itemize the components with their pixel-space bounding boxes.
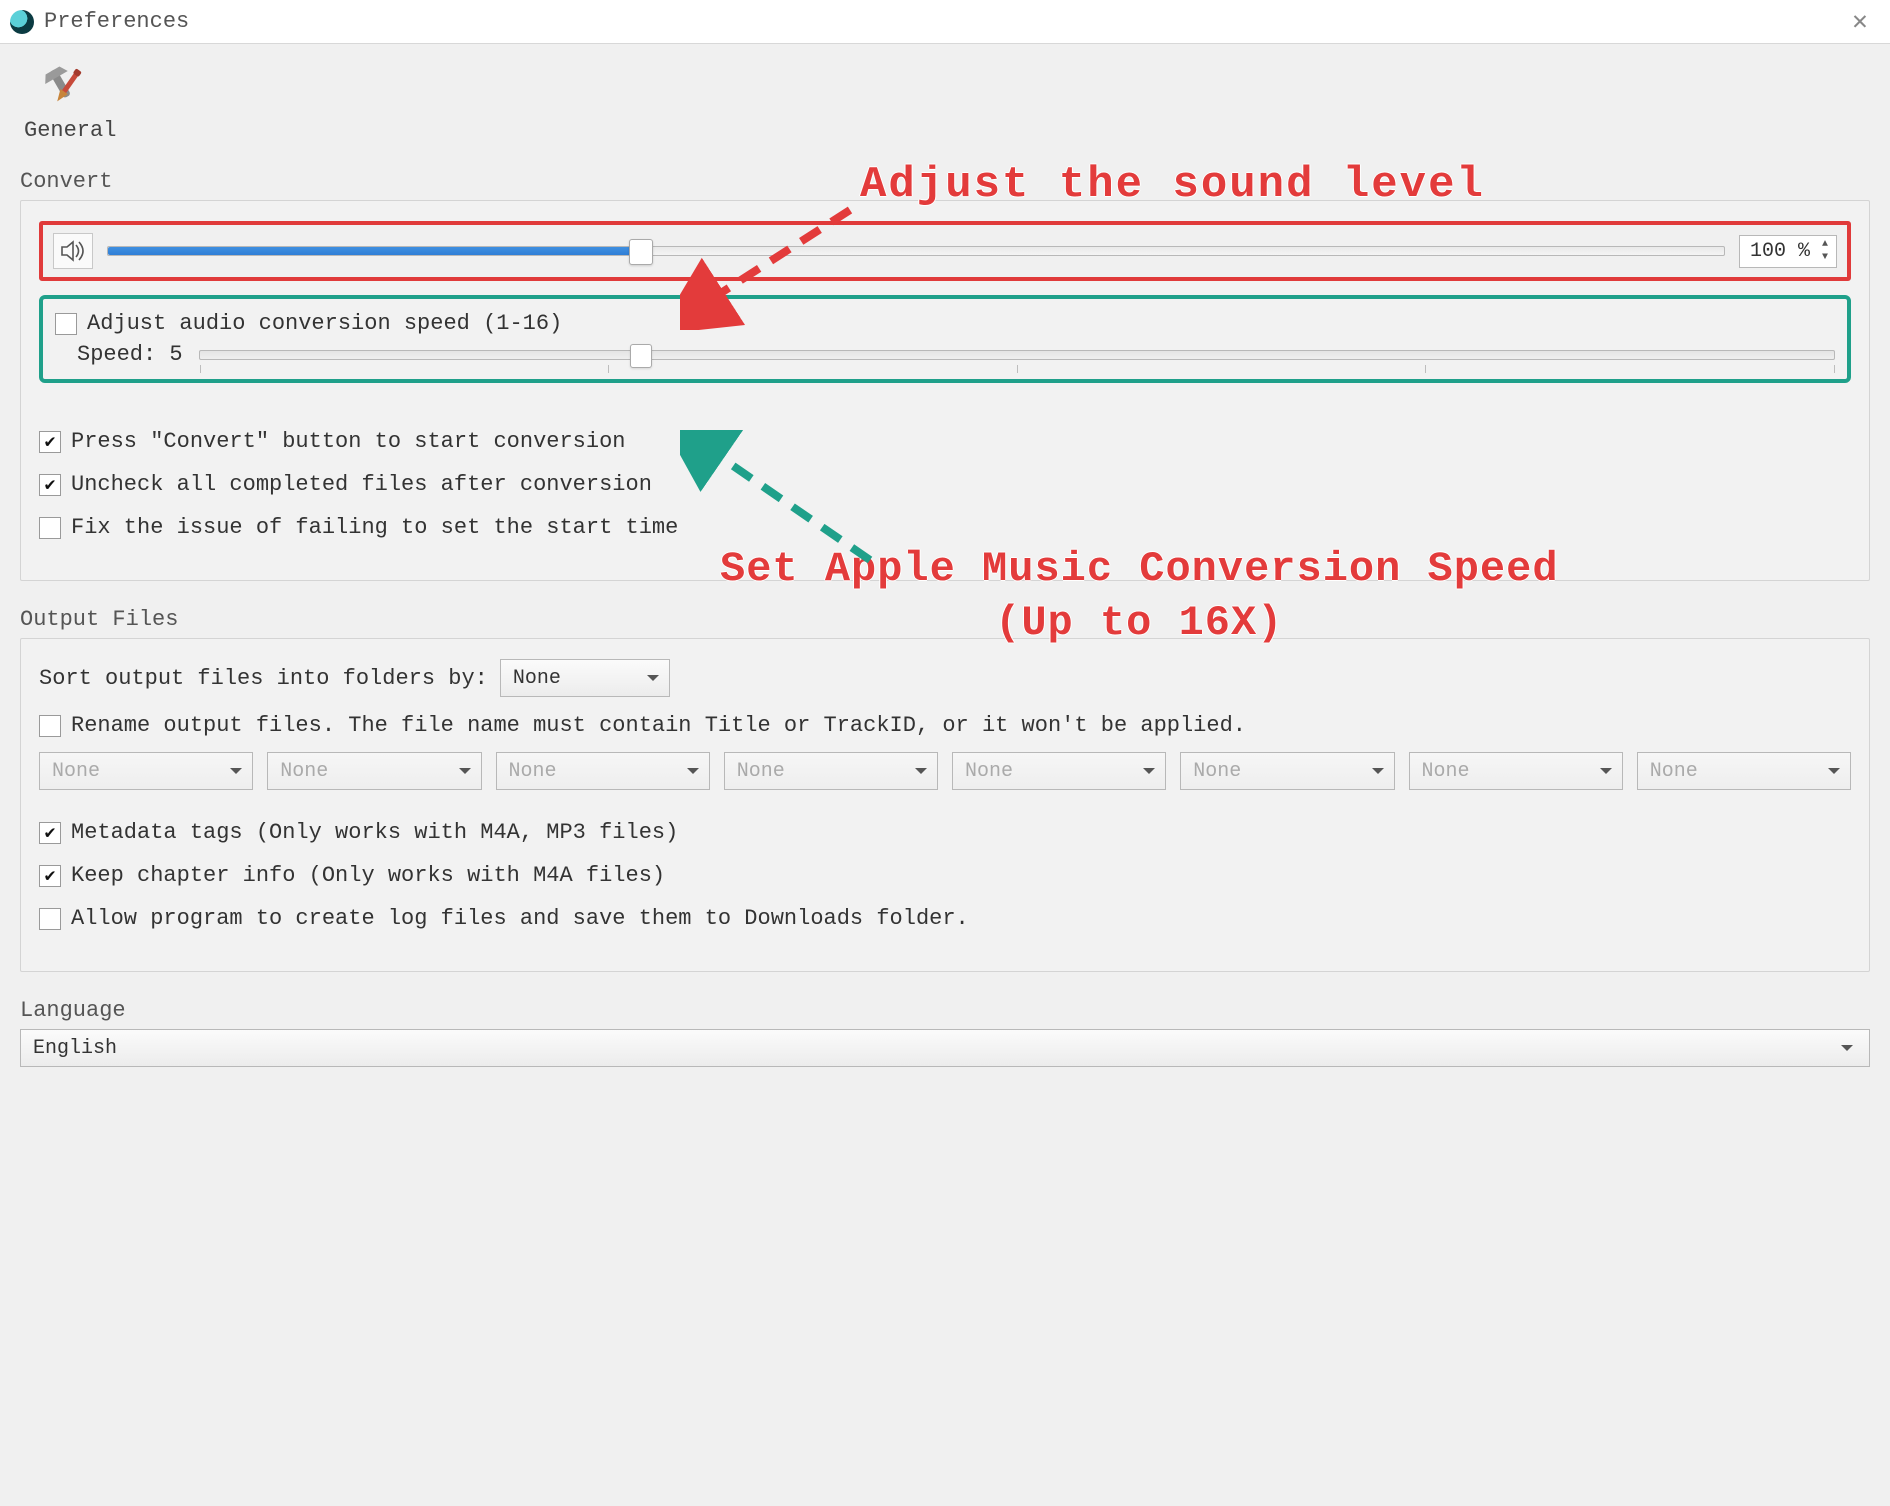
select-rename-1[interactable]: None bbox=[39, 752, 253, 790]
volume-percent-value: 100 % bbox=[1750, 240, 1810, 263]
select-rename-1-value: None bbox=[52, 760, 100, 783]
speed-value-label: Speed: 5 bbox=[77, 342, 183, 367]
rename-fields-row: None None None None None None None None bbox=[39, 752, 1851, 790]
highlight-sound-level: 100 % ▲ ▼ bbox=[39, 221, 1851, 281]
tab-general[interactable]: General bbox=[20, 62, 110, 143]
checkbox-uncheck-completed[interactable]: ✔ bbox=[39, 474, 61, 496]
select-rename-4-value: None bbox=[737, 760, 785, 783]
select-rename-8[interactable]: None bbox=[1637, 752, 1851, 790]
mute-button[interactable] bbox=[53, 233, 93, 269]
select-rename-5[interactable]: None bbox=[952, 752, 1166, 790]
label-logfiles: Allow program to create log files and sa… bbox=[71, 906, 969, 931]
label-fix-start-time: Fix the issue of failing to set the star… bbox=[71, 515, 678, 540]
select-sort-by-value: None bbox=[513, 667, 561, 690]
app-icon bbox=[10, 10, 34, 34]
select-rename-6-value: None bbox=[1193, 760, 1241, 783]
select-rename-2-value: None bbox=[280, 760, 328, 783]
checkbox-rename[interactable] bbox=[39, 715, 61, 737]
select-rename-6[interactable]: None bbox=[1180, 752, 1394, 790]
select-rename-8-value: None bbox=[1650, 760, 1698, 783]
close-icon[interactable]: ✕ bbox=[1840, 6, 1880, 37]
volume-slider-thumb[interactable] bbox=[629, 239, 653, 265]
select-rename-4[interactable]: None bbox=[724, 752, 938, 790]
volume-slider-fill bbox=[108, 247, 641, 255]
speed-slider[interactable] bbox=[199, 350, 1835, 360]
speed-slider-ticks bbox=[200, 365, 1834, 375]
panel-output: Sort output files into folders by: None … bbox=[20, 638, 1870, 972]
highlight-speed: Adjust audio conversion speed (1-16) Spe… bbox=[39, 295, 1851, 383]
label-adjust-speed: Adjust audio conversion speed (1-16) bbox=[87, 311, 562, 336]
select-language-value: English bbox=[33, 1037, 117, 1060]
volume-slider[interactable] bbox=[107, 246, 1725, 256]
speaker-icon bbox=[60, 240, 86, 262]
titlebar: Preferences ✕ bbox=[0, 0, 1890, 44]
section-output-label: Output Files bbox=[20, 607, 1870, 632]
label-chapter: Keep chapter info (Only works with M4A f… bbox=[71, 863, 665, 888]
panel-convert: 100 % ▲ ▼ Adjust audio conversion speed … bbox=[20, 200, 1870, 581]
spin-up-icon[interactable]: ▲ bbox=[1816, 238, 1834, 252]
select-rename-2[interactable]: None bbox=[267, 752, 481, 790]
checkbox-press-convert[interactable]: ✔ bbox=[39, 431, 61, 453]
tab-general-label: General bbox=[24, 118, 110, 143]
label-rename: Rename output files. The file name must … bbox=[71, 713, 1246, 738]
window-title: Preferences bbox=[44, 9, 189, 34]
select-rename-3-value: None bbox=[509, 760, 557, 783]
checkbox-metadata[interactable]: ✔ bbox=[39, 822, 61, 844]
section-language-label: Language bbox=[20, 998, 1870, 1023]
checkbox-fix-start-time[interactable] bbox=[39, 517, 61, 539]
select-rename-7[interactable]: None bbox=[1409, 752, 1623, 790]
select-rename-5-value: None bbox=[965, 760, 1013, 783]
select-language[interactable]: English bbox=[20, 1029, 1870, 1067]
label-uncheck-completed: Uncheck all completed files after conver… bbox=[71, 472, 652, 497]
label-metadata: Metadata tags (Only works with M4A, MP3 … bbox=[71, 820, 678, 845]
tools-icon bbox=[32, 62, 92, 112]
select-rename-7-value: None bbox=[1422, 760, 1470, 783]
checkbox-logfiles[interactable] bbox=[39, 908, 61, 930]
spin-down-icon[interactable]: ▼ bbox=[1816, 251, 1834, 265]
checkbox-chapter[interactable]: ✔ bbox=[39, 865, 61, 887]
label-press-convert: Press "Convert" button to start conversi… bbox=[71, 429, 626, 454]
section-convert-label: Convert bbox=[20, 169, 1870, 194]
volume-percent-input[interactable]: 100 % ▲ ▼ bbox=[1739, 235, 1837, 268]
checkbox-adjust-speed[interactable] bbox=[55, 313, 77, 335]
select-sort-by[interactable]: None bbox=[500, 659, 670, 697]
select-rename-3[interactable]: None bbox=[496, 752, 710, 790]
label-sort-by: Sort output files into folders by: bbox=[39, 666, 488, 691]
